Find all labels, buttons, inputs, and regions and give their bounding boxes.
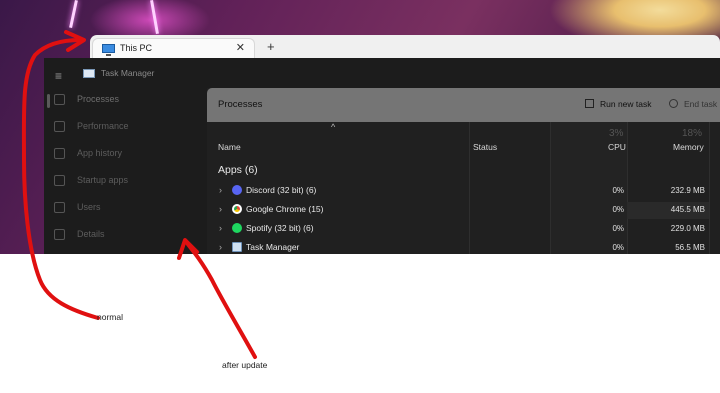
annotation-normal: normal	[97, 312, 123, 322]
annotation-after-update: after update	[222, 360, 268, 370]
red-annotation-arrows	[21, 30, 257, 359]
arrow-after-update	[185, 241, 257, 359]
arrow-normal	[21, 38, 100, 320]
